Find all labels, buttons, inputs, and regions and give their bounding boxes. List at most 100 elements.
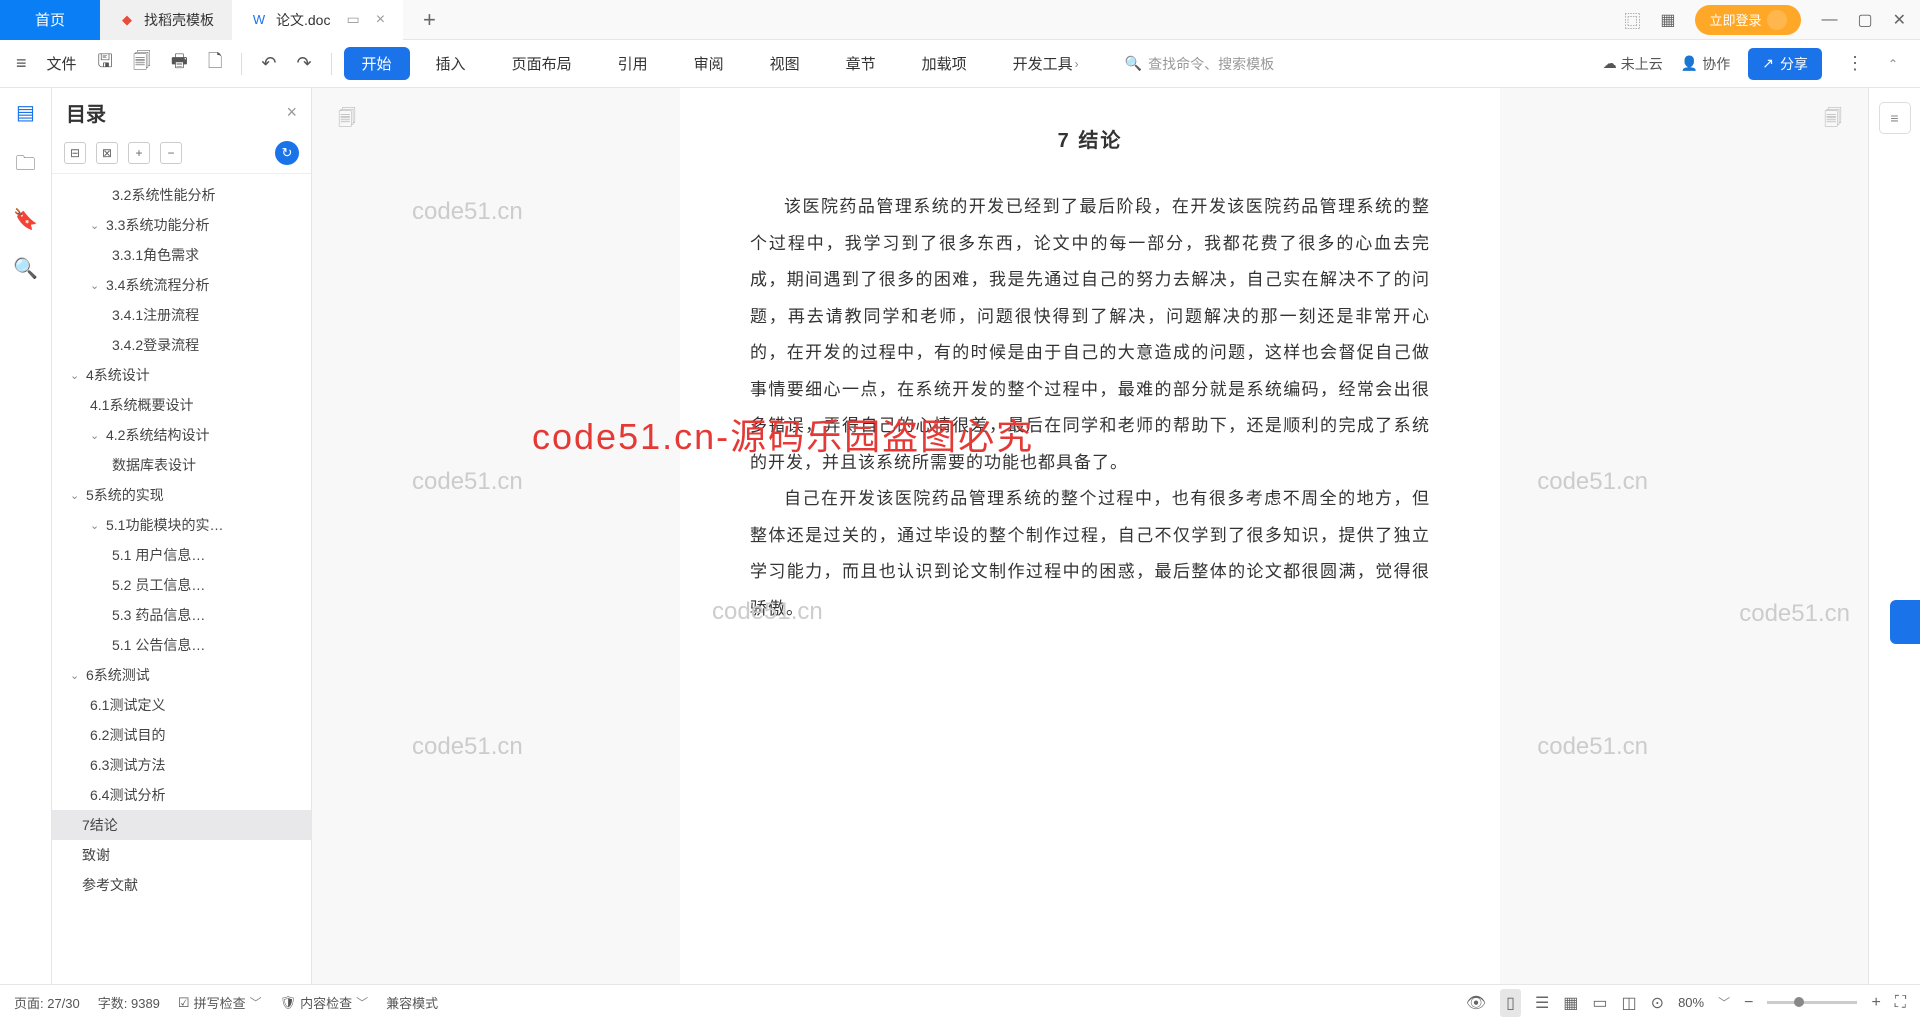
cast-icon[interactable]: ▭ xyxy=(346,11,359,28)
right-panel-toggle-icon[interactable]: ≡ xyxy=(1879,102,1911,134)
toc-item[interactable]: ⌄3.4系统流程分析 xyxy=(52,270,311,300)
toc-item[interactable]: 5.3 药品信息… xyxy=(52,600,311,630)
status-spellcheck[interactable]: ☑拼写检查 ﹀ xyxy=(178,993,262,1012)
refresh-toc-icon[interactable]: ↻ xyxy=(275,141,299,165)
hamburger-icon[interactable]: ≡ xyxy=(10,53,33,74)
doc-options-left-icon[interactable]: 🗐 xyxy=(332,106,362,136)
menu-section[interactable]: 章节 xyxy=(826,53,896,74)
zoom-out-icon[interactable]: − xyxy=(1744,994,1753,1012)
document-area[interactable]: 🗐 🗐 7 结论 该医院药品管理系统的开发已经到了最后阶段，在开发该医院药品管理… xyxy=(312,88,1868,984)
menu-start[interactable]: 开始 xyxy=(344,47,410,80)
toc-item[interactable]: 5.1 公告信息… xyxy=(52,630,311,660)
toc-item[interactable]: ⌄4系统设计 xyxy=(52,360,311,390)
toc-item[interactable]: 6.1测试定义 xyxy=(52,690,311,720)
zoom-reset-icon[interactable]: ⊙ xyxy=(1651,993,1664,1013)
close-window-icon[interactable]: ✕ xyxy=(1893,10,1906,30)
toc-item[interactable]: 6.3测试方法 xyxy=(52,750,311,780)
maximize-icon[interactable]: ▢ xyxy=(1857,10,1872,30)
kebab-icon[interactable]: ⋮ xyxy=(1840,53,1870,74)
fullscreen-icon[interactable]: ⛶ xyxy=(1895,994,1906,1012)
save-as-icon[interactable]: 🗐 xyxy=(126,49,158,79)
remove-item-icon[interactable]: − xyxy=(160,142,182,164)
read-view-icon[interactable]: ▭ xyxy=(1592,993,1607,1013)
toc-item[interactable]: ⌄5.1功能模块的实… xyxy=(52,510,311,540)
window-controls: ⿴ ▦ 立即登录 — ▢ ✕ xyxy=(1624,5,1920,35)
toc-item[interactable]: ⌄6系统测试 xyxy=(52,660,311,690)
collapse-ribbon-icon[interactable]: ⌃ xyxy=(1888,57,1898,71)
print-icon[interactable]: 🖶 xyxy=(164,49,195,79)
toc-item[interactable]: 3.4.1注册流程 xyxy=(52,300,311,330)
cloud-status[interactable]: ☁未上云 xyxy=(1603,54,1663,74)
chevron-right-icon: › xyxy=(1075,57,1079,71)
collapse-all-icon[interactable]: ⊟ xyxy=(64,142,86,164)
toc-item[interactable]: 数据库表设计 xyxy=(52,450,311,480)
outline-view-icon[interactable]: ☰ xyxy=(1535,993,1549,1013)
command-search[interactable]: 🔍 查找命令、搜索模板 xyxy=(1125,54,1274,74)
menu-insert[interactable]: 插入 xyxy=(416,53,486,74)
undo-icon[interactable]: ↶ xyxy=(254,53,283,74)
toc-item[interactable]: 6.4测试分析 xyxy=(52,780,311,810)
toc-item[interactable]: 参考文献 xyxy=(52,870,311,900)
login-button[interactable]: 立即登录 xyxy=(1695,5,1801,35)
focus-view-icon[interactable]: ◫ xyxy=(1622,993,1637,1013)
status-wordcount[interactable]: 字数: 9389 xyxy=(98,993,160,1012)
menu-addins[interactable]: 加载项 xyxy=(902,53,987,74)
collab-button[interactable]: 👤协作 xyxy=(1681,54,1730,74)
clipboard-icon[interactable]: 🗀 xyxy=(16,149,36,183)
zoom-slider[interactable] xyxy=(1767,1001,1857,1004)
toc-item[interactable]: 3.2系统性能分析 xyxy=(52,180,311,210)
close-icon[interactable]: × xyxy=(376,11,385,29)
toc-item[interactable]: ⌄5系统的实现 xyxy=(52,480,311,510)
minimize-icon[interactable]: — xyxy=(1821,11,1837,29)
page-view-icon[interactable]: ▯ xyxy=(1500,989,1521,1017)
search-panel-icon[interactable]: 🔍 xyxy=(13,256,38,281)
menu-reference[interactable]: 引用 xyxy=(598,53,668,74)
menu-review[interactable]: 审阅 xyxy=(674,53,744,74)
save-icon[interactable]: 🖫 xyxy=(91,49,120,79)
menu-file[interactable]: 文件 xyxy=(39,53,85,74)
toc-list[interactable]: 3.2系统性能分析⌄3.3系统功能分析3.3.1角色需求⌄3.4系统流程分析3.… xyxy=(52,174,311,984)
toc-item[interactable]: 7结论 xyxy=(52,810,311,840)
toc-item[interactable]: 3.4.2登录流程 xyxy=(52,330,311,360)
toc-item[interactable]: 5.1 用户信息… xyxy=(52,540,311,570)
eye-icon[interactable]: 👁 xyxy=(1466,993,1486,1013)
toc-item[interactable]: 致谢 xyxy=(52,840,311,870)
fire-icon: ◆ xyxy=(118,11,136,29)
layout-1-icon[interactable]: ⿴ xyxy=(1624,8,1640,32)
watermark: code51.cn xyxy=(412,468,523,496)
toc-item[interactable]: 6.2测试目的 xyxy=(52,720,311,750)
doc-options-right-icon[interactable]: 🗐 xyxy=(1818,106,1848,136)
tab-templates[interactable]: ◆ 找稻壳模板 xyxy=(100,0,232,40)
toc-item[interactable]: ⌄4.2系统结构设计 xyxy=(52,420,311,450)
new-tab-button[interactable]: + xyxy=(403,7,456,33)
menu-devtools[interactable]: 开发工具› xyxy=(993,53,1099,74)
toc-item[interactable]: 5.2 员工信息… xyxy=(52,570,311,600)
toc-item-label: 4.1系统概要设计 xyxy=(90,395,193,415)
toc-item-label: 5.1 用户信息… xyxy=(112,545,205,565)
toc-item-label: 6系统测试 xyxy=(86,665,150,685)
menu-view[interactable]: 视图 xyxy=(750,53,820,74)
bookmark-icon[interactable]: 🔖 xyxy=(13,207,38,232)
status-page[interactable]: 页面: 27/30 xyxy=(14,993,80,1012)
zoom-in-icon[interactable]: + xyxy=(1871,994,1880,1012)
share-button[interactable]: ↗分享 xyxy=(1748,48,1822,80)
status-contentcheck[interactable]: 🛡内容检查 ﹀ xyxy=(280,993,369,1012)
expand-all-icon[interactable]: ⊠ xyxy=(96,142,118,164)
redo-icon[interactable]: ↷ xyxy=(289,53,318,74)
outline-icon[interactable]: ▤ xyxy=(16,100,35,125)
apps-icon[interactable]: ▦ xyxy=(1660,10,1675,30)
toc-item[interactable]: ⌄3.3系统功能分析 xyxy=(52,210,311,240)
zoom-level[interactable]: 80% xyxy=(1678,995,1704,1010)
side-drawer-handle[interactable] xyxy=(1890,600,1920,644)
toc-item[interactable]: 4.1系统概要设计 xyxy=(52,390,311,420)
add-item-icon[interactable]: + xyxy=(128,142,150,164)
tab-home[interactable]: 首页 xyxy=(0,0,100,40)
toc-item[interactable]: 3.3.1角色需求 xyxy=(52,240,311,270)
print-preview-icon[interactable]: 🗋 xyxy=(201,49,229,79)
chevron-down-icon: ⌄ xyxy=(90,519,102,532)
close-panel-icon[interactable]: × xyxy=(286,102,297,123)
web-view-icon[interactable]: ▦ xyxy=(1563,993,1578,1013)
menu-pagelayout[interactable]: 页面布局 xyxy=(492,53,592,74)
tab-document[interactable]: W 论文.doc ▭ × xyxy=(232,0,403,40)
chevron-down-icon[interactable]: ﹀ xyxy=(1718,994,1730,1011)
